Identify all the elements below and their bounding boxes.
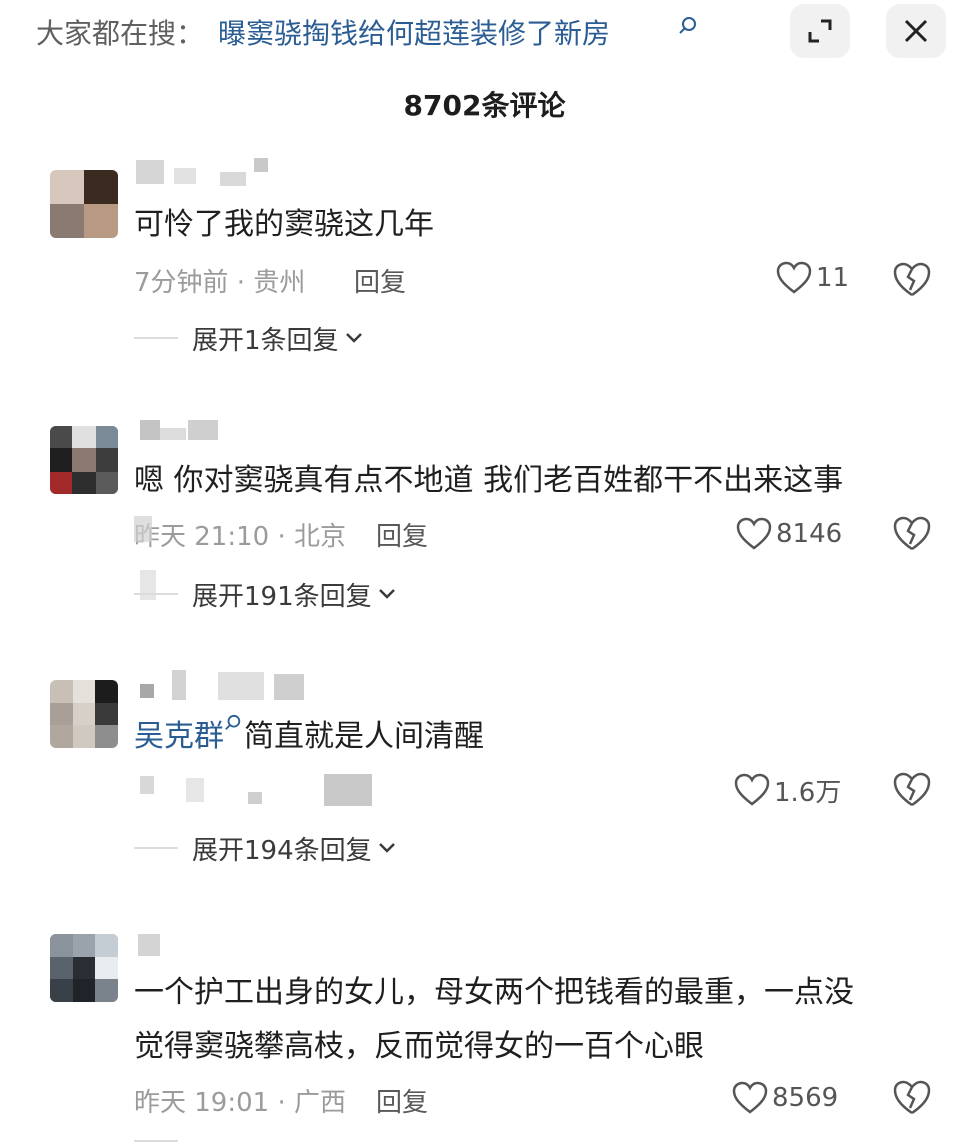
pixelated-meta <box>324 774 372 806</box>
comment-meta: 7分钟前 · 贵州 <box>134 268 306 298</box>
pixelated-block <box>134 516 152 542</box>
broken-heart-icon[interactable] <box>892 260 932 300</box>
avatar[interactable] <box>50 934 118 1002</box>
comment-text-line-1: 一个护工出身的女儿，母女两个把钱看的最重，一点没 <box>134 975 854 1010</box>
heart-icon <box>734 773 770 806</box>
avatar[interactable] <box>50 680 118 748</box>
broken-heart-icon[interactable] <box>892 1078 932 1118</box>
mention-link[interactable]: 吴克群 <box>134 719 224 754</box>
like-count: 8146 <box>776 519 843 549</box>
expand-button[interactable] <box>790 4 850 58</box>
close-icon <box>904 19 928 43</box>
search-icon[interactable] <box>678 16 698 36</box>
chevron-down-icon <box>345 333 362 343</box>
reply-button[interactable]: 回复 <box>376 516 428 553</box>
chevron-down-icon <box>378 843 395 853</box>
like-count: 8569 <box>772 1083 839 1113</box>
close-button[interactable] <box>886 4 946 58</box>
like-count: 11 <box>816 263 850 293</box>
reply-button[interactable]: 回复 <box>354 262 406 299</box>
pixelated-meta <box>248 792 262 804</box>
like-button[interactable]: 1.6万 <box>734 770 841 810</box>
expand-replies-label: 展开194条回复 <box>192 835 372 866</box>
chevron-down-icon <box>378 589 395 599</box>
comment-text: 嗯 你对窦骁真有点不地道 我们老百姓都干不出来这事 <box>134 463 844 498</box>
expand-icon <box>808 19 832 43</box>
pixelated-meta <box>140 776 154 794</box>
comments-count: 8702条评论 <box>403 89 566 122</box>
heart-icon <box>736 517 772 550</box>
search-topic-link[interactable]: 曝窦骁掏钱给何超莲装修了新房 <box>218 12 610 52</box>
reply-button[interactable]: 回复 <box>376 1082 428 1119</box>
expand-replies[interactable]: 展开1条回复 <box>134 318 363 358</box>
comment-meta: 昨天 19:01 · 广西 <box>134 1088 346 1118</box>
broken-heart-icon[interactable] <box>892 514 932 554</box>
comment-text-body: 简直就是人间清醒 <box>244 719 484 754</box>
comment-text-line-2: 觉得窦骁攀高枝，反而觉得女的一百个心眼 <box>134 1029 704 1064</box>
divider-line <box>134 337 178 339</box>
like-button[interactable]: 8146 <box>736 514 842 554</box>
like-count: 1.6万 <box>774 777 842 808</box>
avatar[interactable] <box>50 426 118 494</box>
top-bar: 大家都在搜： 曝窦骁掏钱给何超莲装修了新房 <box>0 0 969 64</box>
divider-line <box>134 1140 178 1142</box>
search-icon[interactable] <box>224 714 242 732</box>
search-prefix: 大家都在搜： <box>36 17 205 50</box>
divider-line <box>134 593 178 595</box>
divider-line <box>134 847 178 849</box>
heart-icon <box>776 261 812 294</box>
expand-replies-label: 展开191条回复 <box>192 581 372 612</box>
expand-replies[interactable]: 展开194条回复 <box>134 828 396 868</box>
avatar[interactable] <box>50 170 118 238</box>
expand-replies-label: 展开1条回复 <box>192 325 339 356</box>
comment-meta: 昨天 21:10 · 北京 <box>134 522 346 552</box>
broken-heart-icon[interactable] <box>892 770 932 810</box>
like-button[interactable]: 8569 <box>732 1078 838 1118</box>
comment-text: 吴克群 简直就是人间清醒 <box>134 714 484 760</box>
heart-icon <box>732 1081 768 1114</box>
pixelated-meta <box>186 778 204 802</box>
like-button[interactable]: 11 <box>776 258 849 298</box>
expand-replies[interactable]: 展开191条回复 <box>134 574 396 614</box>
comment-text: 可怜了我的窦骁这几年 <box>134 207 434 242</box>
